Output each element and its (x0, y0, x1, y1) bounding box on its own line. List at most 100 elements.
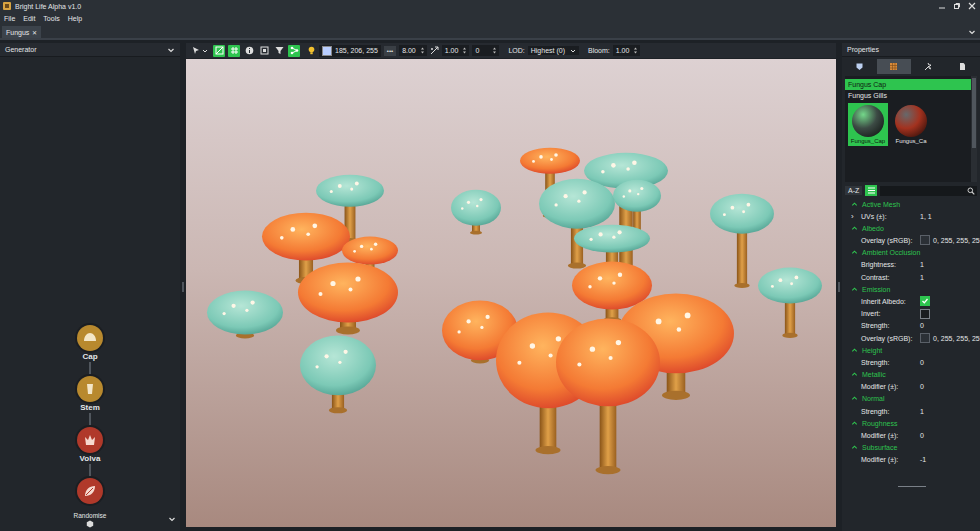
section-header[interactable]: Subsurface (842, 442, 980, 454)
color-swatch[interactable] (920, 333, 930, 343)
viewport-toolbar: 185, 206, 255•••8.001.000LOD:Highest (0)… (186, 43, 836, 58)
property-label: Strength: (842, 322, 920, 329)
property-row: Overlay (sRGB):0, 255, 255, 255 (842, 234, 980, 246)
property-value[interactable]: 0, 255, 255, 255 (920, 235, 980, 245)
section-header[interactable]: Metallic (842, 369, 980, 381)
light-intensity-field[interactable]: 8.00 (399, 45, 427, 56)
properties-tab[interactable] (842, 59, 877, 74)
node-connector (89, 362, 91, 376)
sort-az-button[interactable]: A-Z (845, 186, 862, 195)
property-row: Modifier (±):-1 (842, 454, 980, 466)
chevron-up-icon (851, 249, 858, 256)
color-picker-button[interactable]: ••• (384, 46, 396, 56)
checkbox[interactable] (920, 296, 930, 306)
section-header[interactable]: Albedo (842, 222, 980, 234)
lod-label: LOD: (508, 47, 524, 54)
material-label: Fungus_Ca (895, 137, 926, 145)
spinner-icon[interactable] (492, 46, 497, 55)
3d-viewport[interactable] (186, 59, 836, 527)
scrollbar[interactable] (971, 76, 977, 182)
node-connector (89, 413, 91, 427)
generator-graph: Cap Stem Volva Randomise (74, 325, 107, 528)
checkbox[interactable] (920, 309, 930, 319)
section-header[interactable]: Roughness (842, 417, 980, 429)
property-value[interactable]: 1 (920, 261, 924, 268)
property-value[interactable]: 0, 255, 255, 255 (920, 333, 980, 343)
toolbar-button[interactable] (258, 45, 270, 57)
section-header[interactable]: Ambient Occlusion (842, 247, 980, 259)
property-value[interactable]: 0 (920, 359, 924, 366)
property-value[interactable]: 0 (920, 383, 924, 390)
toolbar-button[interactable] (273, 45, 285, 57)
node-circle[interactable] (77, 478, 103, 504)
generator-node[interactable]: Stem (77, 376, 103, 413)
chevron-up-icon (851, 371, 858, 378)
properties-tab[interactable] (911, 59, 946, 74)
property-value[interactable] (920, 309, 930, 319)
properties-tab[interactable] (877, 59, 912, 74)
toolbar-button[interactable] (243, 45, 255, 57)
light-color-field[interactable]: 185, 206, 255 (319, 45, 381, 57)
property-value[interactable]: -1 (920, 456, 926, 463)
search-input[interactable] (882, 186, 965, 196)
minimize-icon[interactable] (938, 2, 946, 10)
toolbar-button[interactable] (288, 45, 300, 57)
color-swatch[interactable] (920, 235, 930, 245)
section-header[interactable]: Height (842, 344, 980, 356)
offset-field[interactable]: 0 (472, 45, 499, 56)
tab-close-button[interactable]: ✕ (32, 29, 37, 36)
randomise-button[interactable]: Randomise (74, 512, 107, 528)
section-header[interactable]: Emission (842, 283, 980, 295)
window-title: Bright Life Alpha v1.0 (15, 3, 81, 10)
node-circle[interactable] (77, 376, 103, 402)
toolbar-button[interactable] (190, 45, 210, 57)
property-value[interactable]: 1 (920, 408, 924, 415)
toolbar-button[interactable] (213, 45, 225, 57)
property-value[interactable]: 0 (920, 322, 924, 329)
document-tab[interactable]: Fungus✕ (2, 26, 41, 38)
scroll-down-icon[interactable] (168, 515, 176, 523)
material-thumbnail[interactable]: Fungus_Cap (848, 103, 888, 146)
generator-header[interactable]: Generator (0, 43, 180, 57)
material-group[interactable]: Fungus Gills (845, 90, 971, 101)
property-value[interactable] (920, 296, 930, 306)
generator-node[interactable]: Volva (77, 427, 103, 464)
property-search[interactable] (880, 186, 977, 196)
light-color-swatch[interactable] (322, 46, 332, 56)
menu-item[interactable]: Edit (23, 15, 35, 22)
chevron-down-icon[interactable] (167, 46, 175, 54)
property-value[interactable]: 1, 1 (920, 213, 932, 220)
chevron-down-icon[interactable] (968, 28, 976, 36)
generator-node[interactable] (77, 478, 103, 504)
bloom-field[interactable]: 1.00 (613, 45, 641, 56)
document-icon (958, 62, 967, 71)
node-circle[interactable] (77, 427, 103, 453)
node-connector (89, 464, 91, 478)
property-row: Brightness:1 (842, 259, 980, 271)
spinner-icon[interactable] (633, 46, 638, 55)
group-button[interactable] (865, 185, 877, 196)
node-circle[interactable] (77, 325, 103, 351)
properties-tab[interactable] (946, 59, 980, 74)
spinner-icon[interactable] (420, 46, 425, 55)
expand-toggle[interactable]: › (851, 213, 854, 220)
light-bulb-icon[interactable] (307, 46, 316, 55)
close-window-icon[interactable] (968, 2, 976, 10)
toolbar-button[interactable] (228, 45, 240, 57)
material-thumbnail[interactable]: Fungus_Ca (891, 103, 931, 146)
restore-icon[interactable] (953, 2, 961, 10)
menu-item[interactable]: Help (68, 15, 82, 22)
section-header[interactable]: Normal (842, 393, 980, 405)
lod-dropdown[interactable]: Highest (0) (528, 46, 579, 55)
property-value[interactable]: 1 (920, 274, 924, 281)
chevron-up-icon (851, 201, 858, 208)
material-list: Fungus CapFungus Gills Fungus_Cap Fungus_C… (845, 76, 977, 182)
scale-field[interactable]: 1.00 (442, 45, 470, 56)
material-group[interactable]: Fungus Cap (845, 79, 971, 90)
section-header[interactable]: Active Mesh (842, 198, 980, 210)
menu-item[interactable]: Tools (43, 15, 59, 22)
menu-item[interactable]: File (4, 15, 15, 22)
generator-node[interactable]: Cap (77, 325, 103, 362)
property-value[interactable]: 0 (920, 432, 924, 439)
spinner-icon[interactable] (462, 46, 467, 55)
